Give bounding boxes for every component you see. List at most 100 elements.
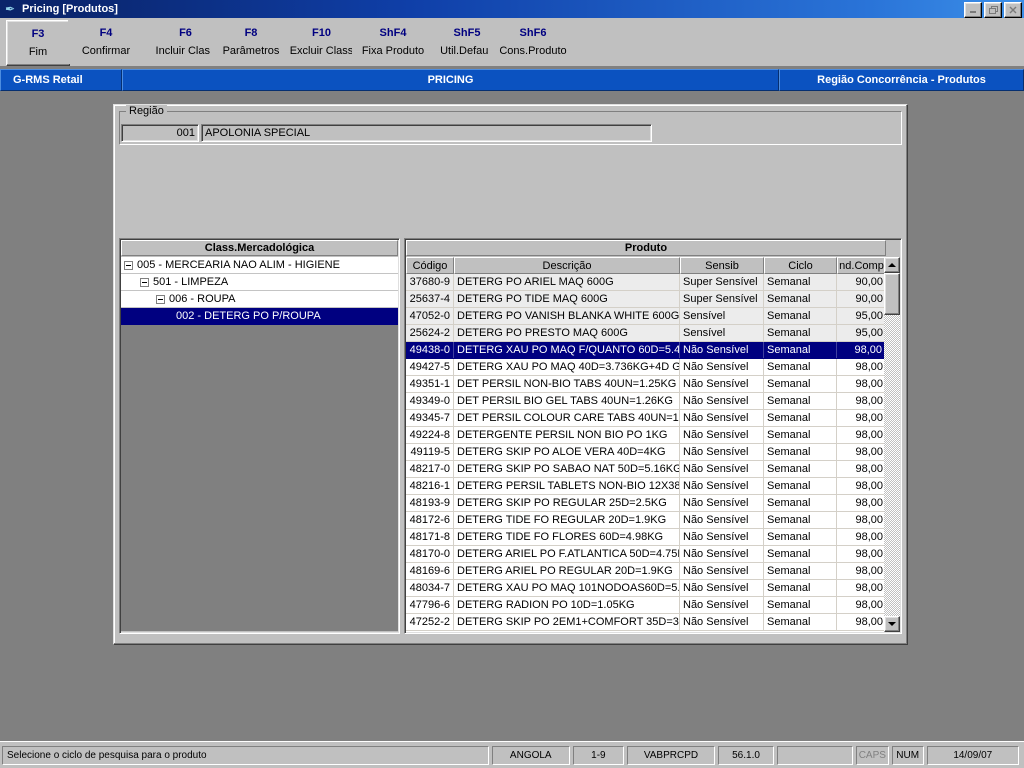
table-row[interactable]: 25637-4 DETERG PO TIDE MAQ 600G Super Sens… (406, 291, 886, 308)
cell-codigo: 49224-8 (406, 427, 454, 443)
table-row[interactable]: 48193-9 DETERG SKIP PO REGULAR 25D=2.5KG N… (406, 495, 886, 512)
table-row[interactable]: 49349-0 DET PERSIL BIO GEL TABS 40UN=1.26… (406, 393, 886, 410)
region-groupbox-legend: Região (126, 105, 167, 117)
cell-descricao: DETERG PO PRESTO MAQ 600G (454, 325, 680, 341)
cell-sensib: Não Sensível (680, 342, 764, 358)
tree-node[interactable]: 005 - MERCEARIA NAO ALIM - HIGIENE (121, 257, 398, 274)
cell-sensib: Não Sensível (680, 427, 764, 443)
table-row[interactable]: 48034-7 DETERG XAU PO MAQ 101NODOAS60D=5.… (406, 580, 886, 597)
status-num-lock: NUM (891, 745, 924, 765)
toolbar-button-key: F6 (179, 27, 192, 39)
toolbar-button-key: F4 (99, 27, 113, 39)
restore-button[interactable] (984, 2, 1002, 18)
table-row[interactable]: 48169-6 DETERG ARIEL PO REGULAR 20D=1.9KG… (406, 563, 886, 580)
cell-nd-comp: 98,00 (837, 342, 886, 358)
toolbar-button-f4[interactable]: F4 Confirmar (68, 20, 144, 64)
tree-node-label: 002 - DETERG PO P/ROUPA (176, 310, 321, 322)
column-header-descricao[interactable]: Descrição (454, 257, 680, 274)
minimize-button[interactable] (964, 2, 982, 18)
class-tree-body[interactable]: 005 - MERCEARIA NAO ALIM - HIGIENE 501 - … (121, 257, 398, 631)
cell-ciclo: Semanal (764, 342, 837, 358)
arrow-down-icon (888, 622, 896, 626)
cell-descricao: DETERG SKIP PO 2EM1+COMFORT 35D=3.5KG (454, 614, 680, 630)
product-grid-scrollbar[interactable] (884, 257, 900, 632)
cell-nd-comp: 98,00 (855, 599, 883, 611)
cell-codigo: 47796-6 (406, 597, 454, 613)
table-row[interactable]: 47052-0 DETERG PO VANISH BLANKA WHITE 600… (406, 308, 886, 325)
cell-descricao: DETERG TIDE FO FLORES 60D=4.98KG (454, 529, 680, 545)
cell-sensib: Não Sensível (680, 597, 764, 613)
cell-nd-comp: 98,00 (855, 463, 883, 475)
product-grid-body[interactable]: 37680-9 DETERG PO ARIEL MAQ 600G Super Sen… (406, 274, 886, 632)
cell-sensib: Não Sensível (680, 376, 764, 392)
cell-ciclo: Semanal (764, 393, 837, 409)
class-tree-header: Class.Mercadológica (121, 240, 398, 256)
tree-node[interactable]: 002 - DETERG PO P/ROUPA (121, 308, 398, 325)
cell-nd-comp: 98,00 (855, 582, 883, 594)
table-row[interactable]: 47796-6 DETERG RADION PO 10D=1.05KG Não Se… (406, 597, 886, 614)
cell-sensib: Não Sensível (680, 563, 764, 579)
status-blank (777, 745, 853, 765)
toolbar-button-f3[interactable]: F3 Fim (6, 20, 70, 66)
tree-collapse-icon[interactable] (140, 277, 149, 287)
pricing-form-panel: Região 001 APOLONIA SPECIAL Class.Mercad… (113, 104, 908, 645)
column-header-ciclo[interactable]: Ciclo (764, 257, 837, 274)
table-row[interactable]: 49351-1 DET PERSIL NON-BIO TABS 40UN=1.25… (406, 376, 886, 393)
table-row[interactable]: 49438-0 DETERG XAU PO MAQ F/QUANTO 60D=5.… (406, 342, 886, 359)
cell-sensib: Não Sensível (680, 512, 764, 528)
table-row[interactable]: 49345-7 DET PERSIL COLOUR CARE TABS 40UN=… (406, 410, 886, 427)
cell-nd-comp: 95,00 (855, 327, 883, 339)
cell-descricao: DET PERSIL BIO GEL TABS 40UN=1.26KG (454, 393, 680, 409)
toolbar-button-shf6[interactable]: ShF6 Cons.Produto (489, 20, 577, 64)
table-row[interactable]: 48172-6 DETERG TIDE FO REGULAR 20D=1.9KG N… (406, 512, 886, 529)
table-row[interactable]: 37680-9 DETERG PO ARIEL MAQ 600G Super Sen… (406, 274, 886, 291)
cell-sensib: Não Sensível (680, 410, 764, 426)
tree-node[interactable]: 006 - ROUPA (121, 291, 398, 308)
table-row[interactable]: 48171-8 DETERG TIDE FO FLORES 60D=4.98KG N… (406, 529, 886, 546)
status-message: Selecione o ciclo de pesquisa para o pro… (2, 745, 489, 765)
table-row[interactable]: 49427-5 DETERG XAU PO MAQ 40D=3.736KG+4D … (406, 359, 886, 376)
tree-collapse-icon[interactable] (124, 260, 133, 270)
table-row[interactable]: 47252-2 DETERG SKIP PO 2EM1+COMFORT 35D=3… (406, 614, 886, 631)
cell-sensib: Não Sensível (680, 393, 764, 409)
cell-nd-comp: 90,00 (855, 276, 883, 288)
table-row[interactable]: 48217-0 DETERG SKIP PO SABAO NAT 50D=5.16… (406, 461, 886, 478)
cell-ciclo: Semanal (764, 308, 837, 324)
table-row[interactable]: 49224-8 DETERGENTE PERSIL NON BIO PO 1KG N… (406, 427, 886, 444)
toolbar-button-label: Excluir Class (289, 45, 354, 57)
cell-codigo: 48217-0 (406, 461, 454, 477)
region-groupbox: Região 001 APOLONIA SPECIAL (119, 105, 902, 145)
table-row[interactable]: 48170-0 DETERG ARIEL PO F.ATLANTICA 50D=4… (406, 546, 886, 563)
column-header-comp[interactable]: nd.Comp (837, 257, 886, 274)
toolbar-button-shf4[interactable]: ShF4 Fixa Produto (352, 20, 434, 64)
scroll-thumb[interactable] (884, 273, 900, 315)
cell-nd-comp: 98,00 (855, 480, 883, 492)
cell-ciclo: Semanal (764, 461, 837, 477)
cell-nd-comp: 98,00 (855, 616, 883, 628)
cell-descricao: DETERG ARIEL PO REGULAR 20D=1.9KG (454, 563, 680, 579)
cell-descricao: DETERG ARIEL PO F.ATLANTICA 50D=4.75KG (454, 546, 680, 562)
table-row[interactable]: 48216-1 DETERG PERSIL TABLETS NON-BIO 12X… (406, 478, 886, 495)
cell-nd-comp: 98,00 (855, 565, 883, 577)
tree-collapse-icon[interactable] (156, 294, 165, 304)
region-code-input[interactable]: 001 (121, 124, 199, 142)
scroll-down-button[interactable] (884, 616, 900, 632)
cell-nd-comp: 98,00 (855, 412, 883, 424)
cell-ciclo: Semanal (764, 359, 837, 375)
region-name-input[interactable]: APOLONIA SPECIAL (201, 124, 652, 142)
close-button[interactable] (1004, 2, 1022, 18)
cell-codigo: 49345-7 (406, 410, 454, 426)
column-header-codigo[interactable]: Código (406, 257, 454, 274)
cell-descricao: DETERG XAU PO MAQ F/QUANTO 60D=5.4KG (454, 342, 680, 358)
tree-node[interactable]: 501 - LIMPEZA (121, 274, 398, 291)
toolbar-button-key: F10 (312, 27, 331, 39)
cell-ciclo: Semanal (764, 427, 837, 443)
toolbar-button-label: Cons.Produto (499, 45, 567, 57)
table-row[interactable]: 49119-5 DETERG SKIP PO ALOE VERA 40D=4KG N… (406, 444, 886, 461)
cell-ciclo: Semanal (764, 291, 837, 307)
table-row[interactable]: 25624-2 DETERG PO PRESTO MAQ 600G Sensível… (406, 325, 886, 342)
cell-codigo: 37680-9 (406, 274, 454, 290)
scroll-track[interactable] (884, 273, 900, 616)
scroll-up-button[interactable] (884, 257, 900, 273)
column-header-sensib[interactable]: Sensib (680, 257, 764, 274)
